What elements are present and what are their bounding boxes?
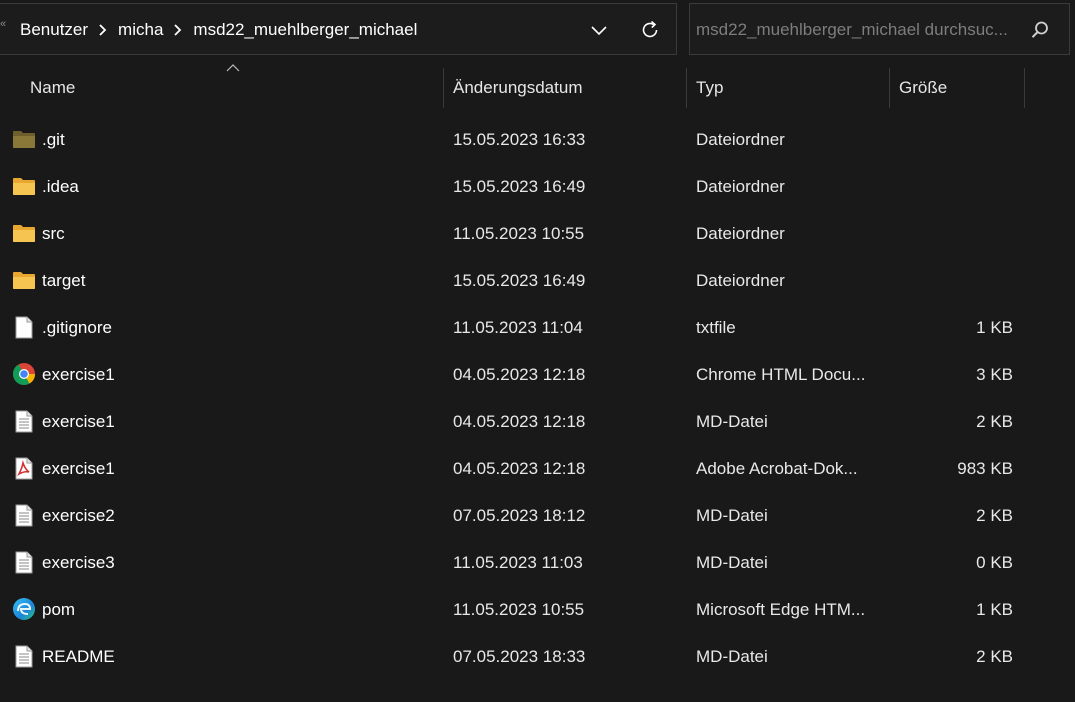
text-file-icon [12,644,36,668]
file-name: exercise3 [42,553,115,572]
file-modified-date: 11.05.2023 11:03 [453,553,583,572]
file-modified-date: 04.05.2023 12:18 [453,365,586,384]
file-type: Chrome HTML Docu... [696,365,866,384]
file-row[interactable]: README 07.05.2023 18:33 MD-Datei 2 KB [0,633,1025,680]
file-type: MD-Datei [696,553,768,572]
file-modified-date: 11.05.2023 11:04 [453,318,583,337]
file-list: .git 15.05.2023 16:33 Dateiordner .idea 15.… [0,116,1075,680]
file-row[interactable]: .gitignore 11.05.2023 11:04 txtfile 1 KB [0,304,1025,351]
file-type: Dateiordner [696,130,785,149]
file-size [900,257,1013,304]
file-row[interactable]: target 15.05.2023 16:49 Dateiordner [0,257,1025,304]
file-row[interactable]: .git 15.05.2023 16:33 Dateiordner [0,116,1025,163]
column-divider[interactable] [1024,68,1025,108]
folder-icon [12,174,36,198]
file-name: pom [42,600,76,619]
column-type[interactable]: Typ [696,68,886,108]
column-size[interactable]: Größe [899,68,1019,108]
column-header-row: Name Änderungsdatum Typ Größe [0,60,1075,116]
column-name[interactable]: Name [30,68,440,108]
file-size [900,210,1013,257]
file-name: README [42,647,115,666]
file-name: exercise1 [42,459,115,478]
file-size [900,163,1013,210]
blank-file-icon [12,315,36,339]
edge-icon [12,597,36,621]
file-row[interactable]: .idea 15.05.2023 16:49 Dateiordner [0,163,1025,210]
file-type: Dateiordner [696,224,785,243]
file-type: Dateiordner [696,177,785,196]
address-history-dropdown[interactable] [583,14,615,46]
file-modified-date: 11.05.2023 10:55 [453,600,585,619]
text-file-icon [12,550,36,574]
breadcrumb: Benutzer micha msd22_muehlberger_michael [20,4,417,56]
pdf-icon [12,456,36,480]
file-modified-date: 04.05.2023 12:18 [453,459,586,478]
file-type: Dateiordner [696,271,785,290]
file-size: 2 KB [976,506,1013,525]
file-size: 1 KB [976,318,1013,337]
file-type: Adobe Acrobat-Dok... [696,459,858,478]
chevron-right-icon[interactable] [88,23,118,37]
file-type: Microsoft Edge HTM... [696,600,866,619]
file-size: 3 KB [976,365,1013,384]
file-name: .idea [42,177,79,196]
file-type: MD-Datei [696,412,768,431]
file-row[interactable]: exercise2 07.05.2023 18:12 MD-Datei 2 KB [0,492,1025,539]
file-row[interactable]: exercise3 11.05.2023 11:03 MD-Datei 0 KB [0,539,1025,586]
file-modified-date: 07.05.2023 18:33 [453,647,586,666]
file-type: MD-Datei [696,647,768,666]
folder-icon [12,268,36,292]
breadcrumb-item-micha[interactable]: micha [118,20,163,40]
file-size: 0 KB [976,553,1013,572]
file-size [900,116,1013,163]
file-name: target [42,271,86,290]
column-divider[interactable] [443,68,444,108]
file-name: .gitignore [42,318,112,337]
file-modified-date: 11.05.2023 10:55 [453,224,585,243]
file-name: exercise2 [42,506,115,525]
chevron-down-icon [591,26,607,36]
file-modified-date: 15.05.2023 16:49 [453,271,586,290]
search-box[interactable]: msd22_muehlberger_michael durchsuc... [689,3,1070,55]
search-input[interactable]: msd22_muehlberger_michael durchsuc... [696,4,1016,56]
file-type: txtfile [696,318,736,337]
file-name: exercise1 [42,365,115,384]
file-size: 1 KB [976,600,1013,619]
chevron-right-icon[interactable] [163,23,193,37]
address-bar[interactable]: « Benutzer micha msd22_muehlberger_micha… [0,3,677,55]
folder-dim-icon [12,127,36,151]
folder-icon [12,221,36,245]
column-divider[interactable] [889,68,890,108]
file-row[interactable]: pom 11.05.2023 10:55 Microsoft Edge HTM...… [0,586,1025,633]
refresh-icon [642,20,658,38]
chrome-icon [12,362,36,386]
file-name: .git [42,130,65,149]
file-row[interactable]: exercise1 04.05.2023 12:18 MD-Datei 2 KB [0,398,1025,445]
breadcrumb-item-benutzer[interactable]: Benutzer [20,20,88,40]
breadcrumb-item-current-folder[interactable]: msd22_muehlberger_michael [193,20,417,40]
file-row[interactable]: src 11.05.2023 10:55 Dateiordner [0,210,1025,257]
text-file-icon [12,409,36,433]
file-modified-date: 15.05.2023 16:49 [453,177,586,196]
file-row[interactable]: exercise1 04.05.2023 12:18 Chrome HTML Doc… [0,351,1025,398]
column-date[interactable]: Änderungsdatum [453,68,683,108]
refresh-button[interactable] [634,14,666,46]
file-size: 2 KB [976,647,1013,666]
file-name: src [42,224,65,243]
text-file-icon [12,503,36,527]
file-row[interactable]: exercise1 04.05.2023 12:18 Adobe Acrobat-D… [0,445,1025,492]
file-size: 2 KB [976,412,1013,431]
column-divider[interactable] [686,68,687,108]
overflow-chevron-icon[interactable]: « [0,18,6,30]
file-modified-date: 15.05.2023 16:33 [453,130,586,149]
search-icon[interactable] [1030,20,1050,40]
file-name: exercise1 [42,412,115,431]
file-modified-date: 07.05.2023 18:12 [453,506,586,525]
file-size: 983 KB [957,459,1013,478]
file-type: MD-Datei [696,506,768,525]
file-modified-date: 04.05.2023 12:18 [453,412,586,431]
